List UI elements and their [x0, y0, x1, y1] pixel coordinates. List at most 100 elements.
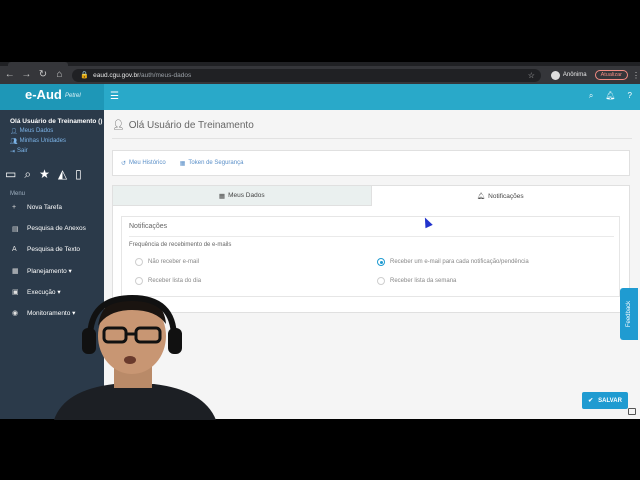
user-greeting: Olá Usuário de Treinamento (): [10, 118, 103, 125]
sidebar-link-label: Meus Dados: [19, 128, 54, 134]
radio-cada-notificacao[interactable]: Receber um e-mail para cada notificação/…: [377, 258, 529, 266]
tab-bar: ▦ Meus Dados 🔔︎ Notificações: [113, 186, 629, 206]
bell-icon: 🔔︎: [476, 193, 486, 200]
radio-circle-checked[interactable]: [377, 258, 385, 266]
presenter-shirt: [54, 384, 216, 420]
brand-subtitle: Petrel: [65, 93, 81, 99]
help-icon[interactable]: ?: [628, 91, 632, 101]
search-icon[interactable]: ⌕: [24, 167, 31, 182]
sidebar-link-label: Sair: [17, 148, 28, 154]
page-title-text: Olá Usuário de Treinamento: [128, 120, 254, 131]
tab-label: Meus Dados: [228, 192, 265, 199]
tab-label: Notificações: [488, 192, 524, 200]
reload-icon[interactable]: ↻: [36, 68, 50, 82]
bell-icon[interactable]: 🔔︎: [605, 91, 615, 101]
home-icon[interactable]: ⌂: [53, 68, 67, 82]
save-button[interactable]: ✔ SALVAR: [582, 392, 628, 409]
sidebar-item-label: Pesquisa de Anexos: [27, 225, 86, 232]
sidebar-link-sair[interactable]: ⇥ Sair: [10, 148, 104, 155]
profile-name: Anônima: [562, 72, 587, 78]
headphone-right: [168, 328, 182, 354]
exit-icon: ⇥: [10, 149, 16, 155]
sidebar-link-meus-dados[interactable]: 👤︎ Meus Dados: [10, 128, 104, 135]
presenter-mouth: [124, 356, 136, 364]
check-icon: ✔: [588, 398, 594, 404]
frequency-label: Frequência de recebimento de e-mails: [129, 242, 232, 248]
sidebar-item-nova-tarefa[interactable]: + Nova Tarefa: [0, 197, 104, 218]
radio-circle[interactable]: [135, 258, 143, 266]
chart-icon[interactable]: ◭: [58, 167, 67, 182]
webcam-overlay: [54, 294, 216, 420]
users-icon: 👥︎: [10, 139, 18, 145]
link-meu-historico[interactable]: ↺ Meu Histórico: [121, 160, 166, 167]
notifications-box: Notificações Frequência de recebimento d…: [121, 216, 620, 297]
text-icon: A: [12, 246, 17, 253]
back-icon[interactable]: ←: [3, 68, 17, 82]
star-icon[interactable]: ★: [39, 167, 50, 182]
radio-label: Receber lista do dia: [148, 278, 202, 284]
lock-icon: 🔒: [80, 72, 90, 79]
profile-chip[interactable]: Anônima: [550, 70, 587, 80]
menu-label: Menu: [10, 191, 26, 197]
link-token-seguranca[interactable]: ▦ Token de Segurança: [180, 160, 244, 167]
quick-icons: ▭ ⌕ ★ ◭ ▯: [0, 158, 104, 182]
browser-toolbar: ← → ↻ ⌂ 🔒 eaud.cgu.gov.br/auth/meus-dado…: [0, 66, 640, 84]
radio-circle[interactable]: [377, 277, 385, 285]
sidebar-item-pesquisa-texto[interactable]: A Pesquisa de Texto: [0, 239, 104, 260]
forward-icon[interactable]: →: [20, 68, 34, 82]
sidebar-item-pesquisa-anexos[interactable]: ▤ Pesquisa de Anexos: [0, 218, 104, 239]
browser-menu-icon[interactable]: ⋮: [632, 71, 640, 80]
sidebar-link-minhas-unidades[interactable]: 👥︎ Minhas Unidades: [10, 138, 104, 145]
user-icon: 👤︎: [10, 129, 18, 135]
page-title: 👤︎ Olá Usuário de Treinamento: [112, 120, 254, 131]
plus-icon: +: [12, 204, 17, 211]
address-bar[interactable]: 🔒 eaud.cgu.gov.br/auth/meus-dados ☆: [72, 68, 541, 82]
user-icon: 👤︎: [112, 120, 125, 131]
sidebar-link-label: Minhas Unidades: [19, 138, 66, 144]
sidebar-item-label: Pesquisa de Texto: [27, 246, 80, 253]
radio-circle[interactable]: [135, 277, 143, 285]
notifications-title: Notificações: [129, 223, 168, 230]
radio-nao-receber[interactable]: Não receber e-mail: [135, 258, 199, 266]
url-text: eaud.cgu.gov.br/auth/meus-dados: [93, 71, 192, 79]
link-label: Meu Histórico: [129, 159, 166, 166]
eye-icon: ◉: [12, 309, 19, 317]
user-block: Olá Usuário de Treinamento () 👤︎ Meus Dad…: [0, 110, 104, 155]
link-card: ↺ Meu Histórico ▦ Token de Segurança: [112, 150, 630, 176]
file-icon: ▤: [12, 225, 19, 233]
feedback-tab[interactable]: Feedback: [620, 288, 638, 340]
bookmark-icon[interactable]: ▯: [75, 167, 82, 182]
radio-label: Receber um e-mail para cada notificação/…: [390, 259, 529, 265]
search-icon[interactable]: ⌕: [589, 91, 593, 101]
headphone-left: [82, 328, 96, 354]
divider: [129, 236, 614, 237]
app-header: e-Aud Petrel ☰ ⌕ 🔔︎ ?: [0, 84, 640, 110]
profile-avatar-icon: [550, 70, 560, 80]
radio-lista-dia[interactable]: Receber lista do dia: [135, 277, 201, 285]
feedback-label: Feedback: [626, 300, 633, 328]
calendar-icon: ▦: [12, 267, 19, 275]
save-label: SALVAR: [598, 397, 622, 404]
history-icon: ↺: [121, 160, 127, 167]
hamburger-menu-icon[interactable]: ☰: [110, 91, 119, 102]
radio-label: Receber lista da semana: [390, 278, 457, 284]
screen-icon: [628, 408, 636, 415]
link-label: Token de Segurança: [188, 159, 244, 166]
sidebar-item-planejamento[interactable]: ▦ Planejamento ▾: [0, 260, 104, 281]
tab-meus-dados[interactable]: ▦ Meus Dados: [113, 186, 372, 206]
header-actions: ⌕ 🔔︎ ?: [589, 91, 632, 101]
browser-update-button[interactable]: Atualizar: [594, 70, 628, 80]
sidebar-item-label: Nova Tarefa: [27, 204, 62, 211]
table-icon: ▦: [218, 192, 226, 200]
brand-logo[interactable]: e-Aud Petrel: [0, 84, 104, 110]
key-icon: ▦: [179, 160, 186, 167]
sidebar-item-label: Planejamento ▾: [27, 267, 72, 275]
tab-notificacoes[interactable]: 🔔︎ Notificações: [371, 186, 629, 206]
bookmark-star-icon[interactable]: ☆: [528, 71, 535, 80]
inbox-icon[interactable]: ▭: [5, 167, 16, 182]
task-icon: ▣: [12, 288, 19, 296]
radio-label: Não receber e-mail: [148, 259, 200, 265]
radio-lista-semana[interactable]: Receber lista da semana: [377, 277, 456, 285]
brand-name: e-Aud: [25, 87, 62, 102]
divider: [112, 138, 632, 139]
